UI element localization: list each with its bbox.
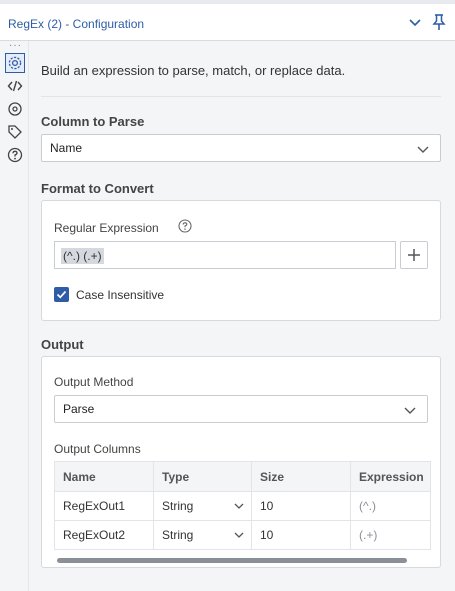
cell-type-value: String [162,499,194,513]
cell-expression: (^.) [350,491,431,521]
regex-value: (^.) (.+) [61,248,104,264]
output-method-select[interactable]: Parse [54,395,428,423]
case-insensitive-checkbox[interactable] [54,287,69,302]
chevron-down-icon [234,532,244,538]
format-to-convert-label: Format to Convert [41,181,154,196]
window-title: RegEx (2) - Configuration [8,17,145,31]
cell-name[interactable]: RegExOut2 [54,520,154,550]
cell-size[interactable]: 10 [251,520,351,550]
cell-name[interactable]: RegExOut1 [54,491,154,521]
table-row: RegExOut2 String 10 (.+) [54,520,431,550]
chevron-down-icon [416,142,430,156]
output-columns-table: Name Type Size Expression RegExOut1 Stri… [54,461,431,550]
check-icon [56,290,67,299]
pin-icon[interactable] [430,13,448,31]
cell-type[interactable]: String [153,491,252,521]
cell-type[interactable]: String [153,520,252,550]
column-to-parse-value: Name [50,141,83,155]
gear-icon[interactable] [5,53,25,73]
column-to-parse-select[interactable]: Name [41,134,441,162]
help-icon[interactable] [178,219,192,233]
horizontal-scrollbar[interactable] [57,558,407,563]
chevron-down-icon [403,403,417,417]
chevron-down-icon[interactable] [407,14,423,30]
case-insensitive-label: Case Insensitive [76,288,165,302]
more-dots-icon[interactable]: ··· [9,41,22,51]
add-token-button[interactable] [400,241,428,269]
table-row: RegExOut1 String 10 (^.) [54,491,431,521]
cell-type-value: String [162,528,194,542]
cell-expression: (.+) [350,520,431,550]
config-header: RegEx (2) - Configuration [0,4,455,41]
regex-input[interactable]: (^.) (.+) [54,241,396,269]
cell-size[interactable]: 10 [251,491,351,521]
column-to-parse-label: Column to Parse [41,114,145,129]
settings-alt-icon[interactable] [6,100,24,118]
output-label: Output [41,337,84,352]
tool-description: Build an expression to parse, match, or … [41,63,346,78]
help-icon[interactable] [6,146,24,164]
side-toolbar: ··· [0,41,29,591]
tag-icon[interactable] [6,123,24,141]
output-method-value: Parse [63,402,95,416]
column-header-size[interactable]: Size [251,461,351,492]
column-header-expression[interactable]: Expression [350,461,431,492]
divider [41,96,441,97]
format-box: Regular Expression (^.) (.+) Case Insens… [41,200,441,321]
plus-icon [408,249,420,261]
chevron-down-icon [234,503,244,509]
column-header-type[interactable]: Type [153,461,252,492]
code-icon[interactable] [6,77,24,95]
table-header-row: Name Type Size Expression [54,461,431,492]
column-header-name[interactable]: Name [54,461,154,492]
output-columns-label: Output Columns [54,442,141,456]
regex-label: Regular Expression [54,221,159,235]
output-method-label: Output Method [54,375,134,389]
